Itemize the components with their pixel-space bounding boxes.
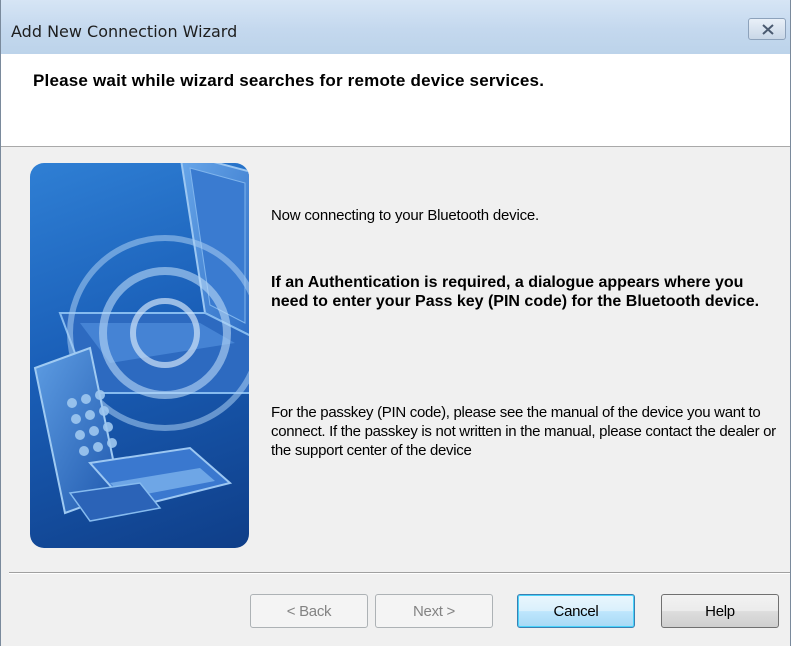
next-button[interactable]: Next > — [375, 594, 493, 628]
title-bar[interactable]: Add New Connection Wizard — [1, 0, 790, 54]
wizard-window: Add New Connection Wizard Please wait wh… — [0, 0, 791, 646]
connecting-message: Now connecting to your Bluetooth device. — [271, 207, 539, 224]
passkey-help-message: For the passkey (PIN code), please see t… — [271, 404, 776, 459]
authentication-message: If an Authentication is required, a dial… — [271, 274, 760, 310]
cancel-button[interactable]: Cancel — [517, 594, 635, 628]
back-button[interactable]: < Back — [250, 594, 368, 628]
header-instruction: Please wait while wizard searches for re… — [33, 71, 545, 90]
footer-divider — [9, 572, 790, 574]
help-button[interactable]: Help — [661, 594, 779, 628]
close-icon — [762, 24, 774, 35]
header-panel: Please wait while wizard searches for re… — [1, 54, 790, 147]
window-title: Add New Connection Wizard — [11, 22, 238, 41]
close-button[interactable] — [748, 18, 786, 40]
bluetooth-devices-illustration — [30, 163, 249, 548]
